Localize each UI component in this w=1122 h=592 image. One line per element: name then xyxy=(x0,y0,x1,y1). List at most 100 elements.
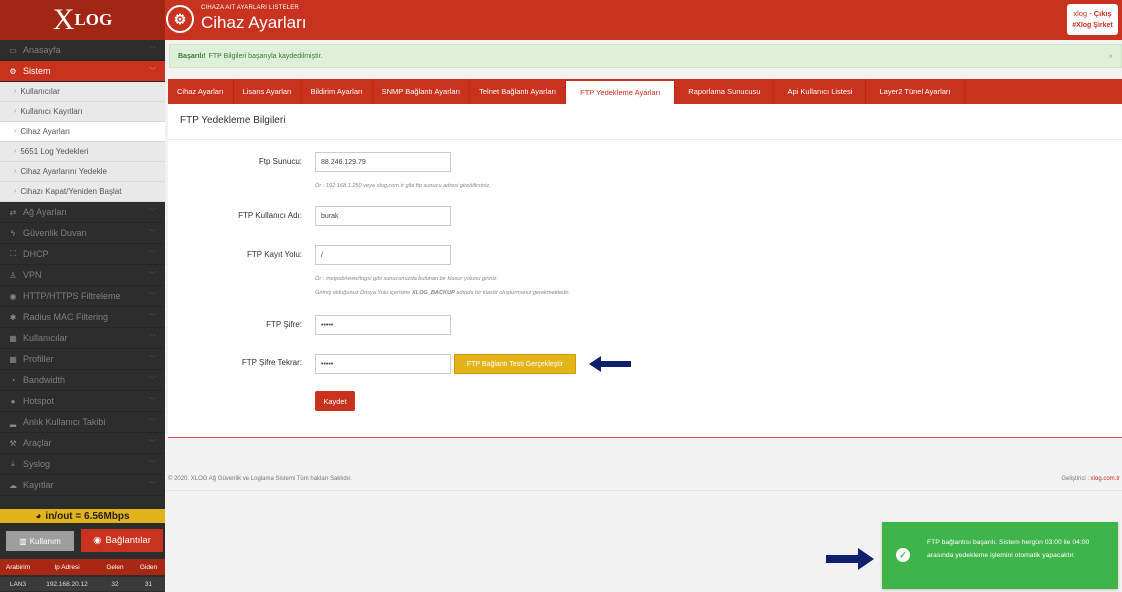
caret-right-icon: › xyxy=(14,88,17,95)
globe-icon: ● xyxy=(10,396,16,406)
sidebar-item-guvenlik-duvari[interactable]: ϟ Güvenlik Duvarı ﹀ xyxy=(0,223,165,244)
tab-lisans-ayarlari[interactable]: Lisans Ayarları xyxy=(234,79,302,104)
save-button[interactable]: Kaydet xyxy=(315,391,355,411)
gears-icon: ⚙ xyxy=(9,66,17,76)
chevron-down-icon: ﹀ xyxy=(149,293,156,300)
shuffle-icon: ⇄ xyxy=(9,207,17,217)
sidebar-item-dhcp[interactable]: ⛶ DHCP ﹀ xyxy=(0,244,165,265)
ftp-password-repeat-input[interactable]: ••••• xyxy=(315,354,451,374)
usage-button[interactable]: ▥ Kullanım xyxy=(6,531,74,551)
toast-message: FTP bağlantısı başarılı. Sistem hergün 0… xyxy=(927,539,1090,559)
asterisk-icon: ✱ xyxy=(9,312,17,322)
ftp-password-input[interactable]: ••••• xyxy=(315,315,451,335)
chevron-down-icon: ﹀ xyxy=(149,209,156,216)
ftp-path-hint-2: Girmiş olduğunuz Dosya Yolu içerisine XL… xyxy=(315,290,570,296)
sidebar: ▭ Anasayfa ﹀ ⚙ Sistem ﹀ › Kullanıcılar › Kulla… xyxy=(0,40,165,592)
sidebar-item-radius-mac[interactable]: ✱ Radius MAC Filtering ﹀ xyxy=(0,307,165,328)
dashboard-icon: ◕ xyxy=(35,510,42,522)
close-icon[interactable]: × xyxy=(1108,52,1113,61)
tab-api-kullanici[interactable]: Api Kullanıcı Listesi xyxy=(774,79,867,104)
logout-link[interactable]: Çıkış xyxy=(1094,9,1112,18)
success-alert: Başarılı! FTP Bilgileri başarıyla kaydedi… xyxy=(169,44,1122,68)
caret-right-icon: › xyxy=(14,188,17,195)
chevron-down-icon: ﹀ xyxy=(149,314,156,321)
sidebar-item-profiller[interactable]: ▦ Profiller ﹀ xyxy=(0,349,165,370)
monitor-icon: ▭ xyxy=(9,45,17,55)
ftp-path-label: FTP Kayıt Yolu: xyxy=(247,250,302,259)
ftp-path-input[interactable]: / xyxy=(315,245,451,265)
chevron-down-icon: ﹀ xyxy=(149,461,156,468)
tab-layer2[interactable]: Layer2 Tünel Ayarları xyxy=(866,79,965,104)
footer-copyright: © 2020. XLOG Ağ Güvenlik ve Loglama Sist… xyxy=(168,476,352,482)
sidebar-sub-kullanicilar[interactable]: › Kullanıcılar xyxy=(0,82,165,102)
sidebar-item-ag-ayarlari[interactable]: ⇄ Ağ Ayarları ﹀ xyxy=(0,202,165,223)
page-subtitle: CIHAZA AIT AYARLARI LISTELER xyxy=(201,5,299,11)
panel-title: FTP Yedekleme Bilgileri xyxy=(180,115,286,126)
tab-ftp-yedekleme[interactable]: FTP Yedekleme Ayarları xyxy=(566,79,676,104)
tab-telnet[interactable]: Telnet Bağlantı Ayarları xyxy=(470,79,567,104)
sidebar-sub-kullanici-kayitlari[interactable]: › Kullanıcı Kayıtları xyxy=(0,102,165,122)
sidebar-sub-kapat-baslat[interactable]: › Cihazı Kapat/Yeniden Başlat xyxy=(0,182,165,202)
caret-right-icon: › xyxy=(14,148,17,155)
username: xlog xyxy=(1073,9,1088,18)
ftp-path-hint: Ör : /netpub/www/logs/ gibi sunucunuzda … xyxy=(315,276,499,282)
arrow-right-icon xyxy=(826,548,874,570)
table-row: LAN3 192.168.20.12 32 31 xyxy=(0,577,165,591)
sidebar-item-hotspot[interactable]: ● Hotspot ﹀ xyxy=(0,391,165,412)
sidebar-item-sistem[interactable]: ⚙ Sistem ﹀ xyxy=(0,61,165,82)
chevron-down-icon: ﹀ xyxy=(149,398,156,405)
sidebar-item-kullanicilar[interactable]: ▦ Kullanıcılar ﹀ xyxy=(0,328,165,349)
settings-link-icon: ⚙ xyxy=(166,5,194,33)
developer-link[interactable]: xlog.com.tr xyxy=(1091,476,1120,482)
arrow-left-icon xyxy=(589,356,631,372)
footer-divider xyxy=(166,490,1122,491)
sidebar-item-bandwidth[interactable]: ◔ Bandwidth ﹀ xyxy=(0,370,165,391)
chevron-down-icon: ﹀ xyxy=(149,356,156,363)
ftp-password-label: FTP Şifre: xyxy=(266,320,302,329)
sidebar-item-syslog[interactable]: ⤓ Syslog ﹀ xyxy=(0,454,165,475)
interface-table: Arabirim Ip Adresi Gelen Giden LAN3 192.… xyxy=(0,559,165,591)
sidebar-item-anasayfa[interactable]: ▭ Anasayfa ﹀ xyxy=(0,40,165,61)
sidebar-sub-log-yedekleri[interactable]: › 5651 Log Yedekleri xyxy=(0,142,165,162)
download-icon: ⤓ xyxy=(11,459,15,468)
ftp-user-input[interactable]: burak xyxy=(315,206,451,226)
sidebar-buttons: ▥ Kullanım ◉ Bağlantılar xyxy=(0,527,165,554)
ftp-password-repeat-label: FTP Şifre Tekrar: xyxy=(241,358,302,367)
signal-bars-icon: ▂ xyxy=(9,417,17,427)
tab-snmp[interactable]: SNMP Bağlantı Ayarları xyxy=(373,79,471,104)
sidebar-item-http-filtreleme[interactable]: ◉ HTTP/HTTPS Filtreleme ﹀ xyxy=(0,286,165,307)
grid-icon: ▦ xyxy=(9,354,17,364)
tab-cihaz-ayarlari[interactable]: Cihaz Ayarları xyxy=(168,79,234,104)
ftp-test-button[interactable]: FTP Bağlantı Testi Gerçekleştir xyxy=(454,354,576,374)
connections-button[interactable]: ◉ Bağlantılar xyxy=(81,529,163,552)
bolt-icon: ϟ xyxy=(10,228,16,238)
top-bar: X LOG ⚙ CIHAZA AIT AYARLARI LISTELER Ciha… xyxy=(0,0,1122,40)
caret-right-icon: › xyxy=(14,108,17,115)
settings-tabs: Cihaz Ayarları Lisans Ayarları Bildirim … xyxy=(168,79,1122,104)
ftp-server-label: Ftp Sunucu: xyxy=(258,157,302,166)
ftp-user-label: FTP Kullanıcı Adı: xyxy=(238,211,302,220)
sidebar-item-anlik-takip[interactable]: ▂ Anlık Kullanıcı Takibi ﹀ xyxy=(0,412,165,433)
sidebar-item-kayitlar[interactable]: ☁ Kayıtlar ﹀ xyxy=(0,475,165,496)
sidebar-nav: ▭ Anasayfa ﹀ ⚙ Sistem ﹀ › Kullanıcılar › Kulla… xyxy=(0,40,165,496)
chevron-down-icon: ﹀ xyxy=(149,335,156,342)
sidebar-sub-ayarlari-yedekle[interactable]: › Cihaz Ayarlarını Yedekle xyxy=(0,162,165,182)
sidebar-sub-cihaz-ayarlari[interactable]: › Cihaz Ayarları xyxy=(0,122,165,142)
xlog-logo[interactable]: X LOG xyxy=(0,0,165,40)
traffic-indicator: ◕ in/out = 6.56Mbps xyxy=(0,509,165,523)
ftp-server-input[interactable]: 88.246.129.79 xyxy=(315,152,451,172)
check-circle-icon: ✓ xyxy=(896,548,910,562)
cloud-icon: ☁ xyxy=(9,480,17,490)
settings-panel: Cihaz Ayarları Lisans Ayarları Bildirim … xyxy=(168,79,1122,438)
sidebar-item-vpn[interactable]: ♙ VPN ﹀ xyxy=(0,265,165,286)
ftp-server-hint: Ör : 192.168.1.250 veya xlog.com.tr gibi… xyxy=(315,183,491,189)
chevron-down-icon: ﹀ xyxy=(149,419,156,426)
sidebar-item-araclar[interactable]: ⚒ Araçlar ﹀ xyxy=(0,433,165,454)
grid-icon: ▦ xyxy=(9,333,17,343)
success-toast[interactable]: ✓ FTP bağlantısı başarılı. Sistem hergün… xyxy=(882,522,1118,589)
tab-raporlama[interactable]: Raporlama Sunucusu xyxy=(675,79,775,104)
eye-slash-icon: ◉ xyxy=(9,291,17,301)
footer-developer: Geliştirici : xlog.com.tr xyxy=(1061,476,1120,482)
tachometer-icon: ◔ xyxy=(10,375,16,385)
tab-bildirim-ayarlari[interactable]: Bildirim Ayarları xyxy=(302,79,373,104)
